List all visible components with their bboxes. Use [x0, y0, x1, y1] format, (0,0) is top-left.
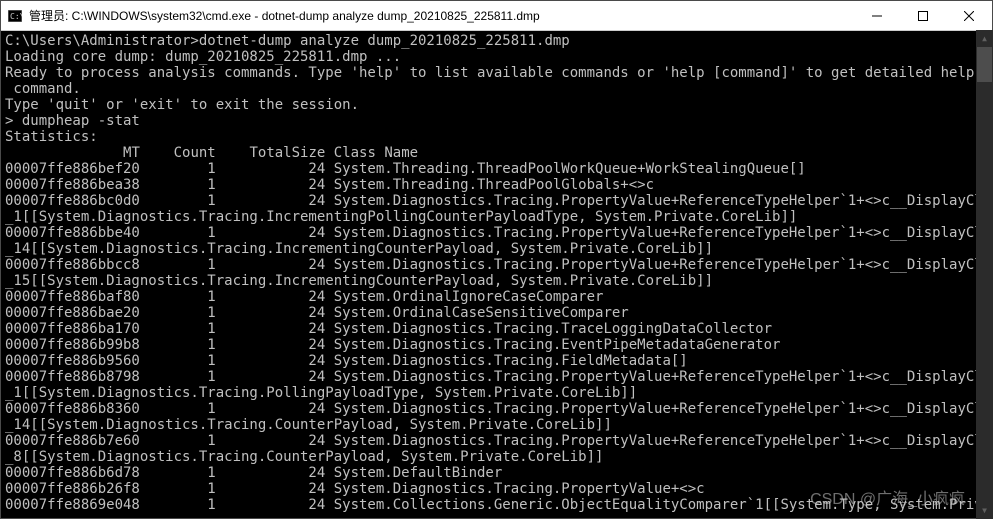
close-button[interactable] [946, 1, 992, 30]
cmd-icon: C:\ [7, 8, 23, 24]
terminal-output[interactable]: C:\Users\Administrator>dotnet-dump analy… [1, 31, 992, 518]
maximize-button[interactable] [900, 1, 946, 30]
quit-line: Type 'quit' or 'exit' to exit the sessio… [5, 97, 359, 113]
minimize-button[interactable] [854, 1, 900, 30]
titlebar[interactable]: C:\ 管理员: C:\WINDOWS\system32\cmd.exe - d… [1, 1, 992, 31]
statistics-label: Statistics: [5, 129, 98, 145]
scroll-up-arrow[interactable]: ▲ [976, 30, 993, 47]
command-line: > dumpheap -stat [5, 113, 140, 129]
ready-line: Ready to process analysis commands. Type… [5, 65, 992, 97]
table-header: MT Count TotalSize Class Name [5, 145, 418, 161]
svg-text:C:\: C:\ [10, 12, 22, 21]
window-controls [854, 1, 992, 30]
loading-line: Loading core dump: dump_20210825_225811.… [5, 49, 401, 65]
window-title: 管理员: C:\WINDOWS\system32\cmd.exe - dotne… [29, 7, 854, 24]
scroll-down-arrow[interactable]: ▼ [976, 502, 993, 519]
table-rows: 00007ffe886bef20 1 24 System.Threading.T… [5, 161, 992, 513]
cmd-window: C:\ 管理员: C:\WINDOWS\system32\cmd.exe - d… [0, 0, 993, 519]
prompt-line: C:\Users\Administrator>dotnet-dump analy… [5, 33, 570, 49]
scroll-thumb[interactable] [977, 47, 992, 82]
vertical-scrollbar[interactable]: ▲ ▼ [976, 30, 993, 519]
